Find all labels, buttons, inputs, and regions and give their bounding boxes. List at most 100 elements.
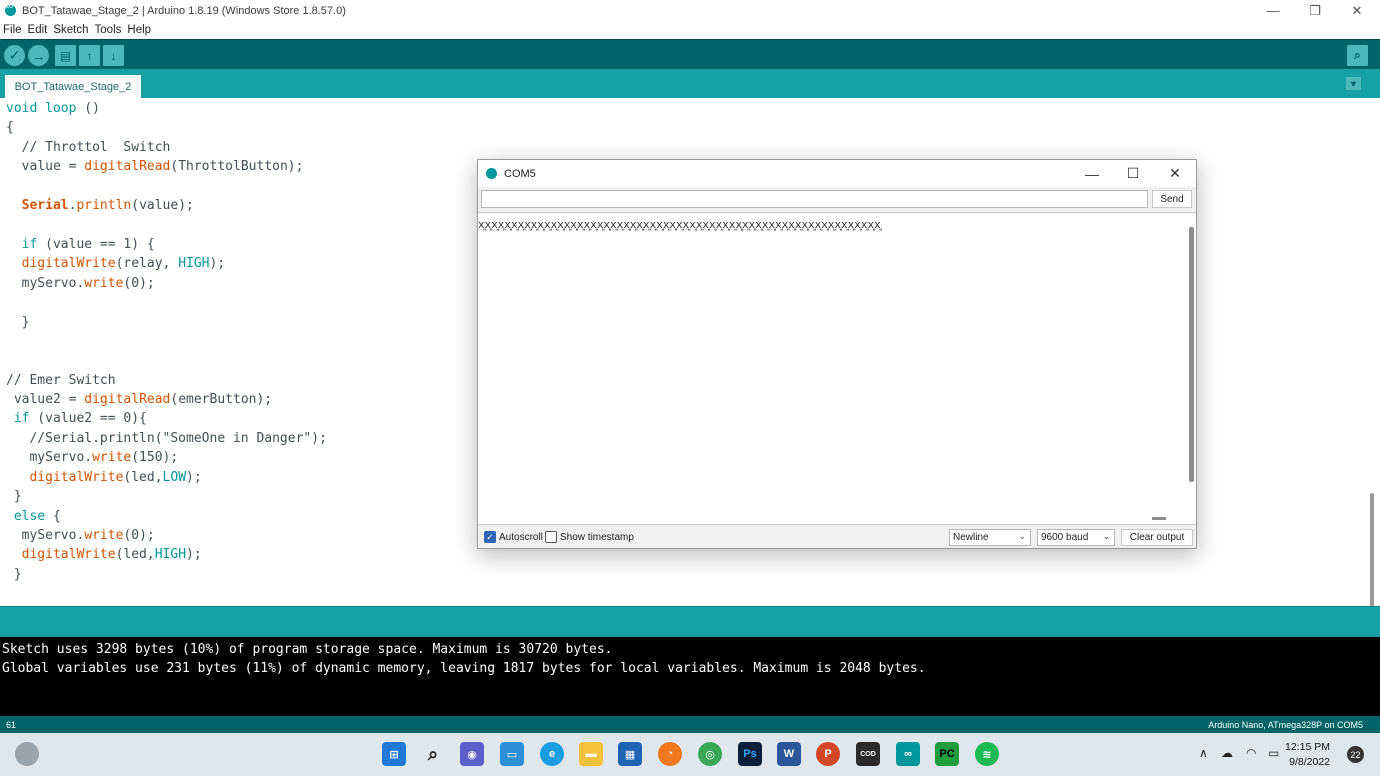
menu-file[interactable]: File [3,24,22,36]
arduino-taskbar-icon[interactable]: ∞ [896,742,920,766]
spotify-icon[interactable]: ≋ [975,742,999,766]
battery-icon[interactable]: ▭ [1268,746,1279,760]
wifi-icon[interactable]: ◠ [1246,746,1256,760]
code-token: write [84,276,124,291]
monitor-close-button[interactable]: ✕ [1155,160,1195,187]
clock-date: 9/8/2022 [1289,756,1330,768]
upload-icon[interactable]: → [28,45,49,66]
code-line: { [6,120,14,135]
serial-output-text: x͈x͈x͈x͈x͈x͈x͈x͈x͈x͈x͈x͈x͈x͈x͈x͈x͈x͈x͈x͈… [478,218,881,231]
chat-icon[interactable]: ◉ [460,742,484,766]
code-token: HIGH [178,256,210,271]
code-token: if [13,411,30,426]
board-info: Arduino Nano, ATmega328P on COM5 [1208,720,1363,730]
code-line: myServo.write(0); [6,276,155,291]
arduino-app-icon [486,168,497,179]
clock[interactable]: 12:15 PM 9/8/2022 [1285,740,1330,770]
code-token: write [84,528,124,543]
monitor-maximize-button[interactable]: ☐ [1113,160,1153,187]
code-line: if (value2 == 0){ [13,411,147,426]
photoshop-icon[interactable]: Ps [738,742,762,766]
code-token: digitalRead [84,159,171,174]
status-bar: 61 Arduino Nano, ATmega328P on COM5 [0,716,1380,733]
autoscroll-checkbox[interactable]: ✓ [484,531,496,543]
search-icon[interactable]: ⌕ [421,742,445,766]
chrome-icon[interactable]: ◎ [698,742,722,766]
send-button[interactable]: Send [1152,190,1192,208]
code-token: if [21,237,38,252]
baud-select[interactable]: 9600 baud ⌄ [1037,529,1115,546]
console-header [0,606,1380,637]
chevron-down-icon: ⌄ [1102,531,1110,541]
close-button[interactable]: ✕ [1336,0,1378,21]
serial-monitor-footer: ✓ Autoscroll Show timestamp Newline ⌄ 96… [478,526,1196,548]
code-token: HIGH [154,547,187,562]
console-line: Global variables use 231 bytes (11%) of … [2,661,926,676]
code-line: else { [13,509,61,524]
code-line: myServo.write(150); [6,450,179,465]
arduino-ide-screen: BOT_Tatawae_Stage_2 | Arduino 1.8.19 (Wi… [0,0,1380,776]
desktop-icon[interactable]: ▭ [500,742,524,766]
autoscroll-label: Autoscroll [499,532,543,543]
output-horizontal-scrollbar[interactable] [1152,517,1166,520]
code-line: } [6,567,22,582]
store-icon[interactable]: ▦ [618,742,642,766]
powerpoint-icon[interactable]: P [816,742,840,766]
code-token: Serial [21,198,69,213]
menu-help[interactable]: Help [127,24,151,36]
arduino-app-icon [5,1,16,16]
serial-monitor-title: COM5 [504,167,536,180]
tab-menu-icon[interactable]: ▼ [1346,77,1361,90]
code-line: value = digitalRead(ThrottolButton); [6,159,304,174]
firefox-icon[interactable]: ◔ [658,742,682,766]
code-token: println [76,198,132,213]
cod-icon[interactable]: COD [856,742,880,766]
code-line: void loop () [6,101,100,116]
menu-bar: File Edit Sketch Tools Help [0,21,1380,39]
line-ending-select[interactable]: Newline ⌄ [949,529,1031,546]
save-sketch-icon[interactable]: ↓ [103,45,124,66]
code-line: Serial.println(value); [21,198,194,213]
word-icon[interactable]: W [777,742,801,766]
maximize-button[interactable]: ❐ [1294,0,1336,21]
menu-edit[interactable]: Edit [28,24,48,36]
chevron-down-icon: ⌄ [1018,531,1026,541]
verify-icon[interactable]: ✓ [4,45,25,66]
weather-icon[interactable] [15,742,39,766]
monitor-minimize-button[interactable]: — [1072,160,1112,187]
explorer-icon[interactable]: ▬ [579,742,603,766]
code-line: value2 = digitalRead(emerButton); [6,392,273,407]
serial-input[interactable] [481,190,1148,208]
tray-chevron-icon[interactable]: ∧ [1199,746,1208,760]
serial-monitor-titlebar: COM5 — ☐ ✕ [478,160,1196,187]
code-token: digitalRead [84,392,171,407]
console-output: Sketch uses 3298 bytes (10%) of program … [0,637,1380,716]
timestamp-checkbox[interactable] [545,531,557,543]
code-line: } [6,489,22,504]
edge-icon[interactable]: e [540,742,564,766]
window-title: BOT_Tatawae_Stage_2 | Arduino 1.8.19 (Wi… [22,4,346,17]
menu-sketch[interactable]: Sketch [53,24,88,36]
menu-tools[interactable]: Tools [95,24,122,36]
clear-output-button[interactable]: Clear output [1121,529,1193,546]
serial-output: x͈x͈x͈x͈x͈x͈x͈x͈x͈x͈x͈x͈x͈x͈x͈x͈x͈x͈x͈x͈… [478,212,1196,525]
serial-monitor-icon[interactable]: ⌕ [1347,45,1368,66]
minimize-button[interactable]: — [1252,0,1294,21]
serial-monitor-window: COM5 — ☐ ✕ Send x͈x͈x͈x͈x͈x͈x͈x͈x͈x͈x͈x͈… [477,159,1197,549]
open-sketch-icon[interactable]: ↑ [79,45,100,66]
toolbar: ✓ → ▤ ↑ ↓ ⌕ [0,39,1380,69]
code-line: // Emer Switch [6,373,116,388]
start-icon[interactable]: ⊞ [382,742,406,766]
output-vertical-scrollbar[interactable] [1189,227,1194,482]
code-token: digitalWrite [21,547,116,562]
code-token: void [6,101,38,116]
code-token: digitalWrite [29,470,124,485]
onedrive-icon[interactable]: ☁ [1221,746,1233,760]
pycharm-icon[interactable]: PC [935,742,959,766]
tab-sketch[interactable]: BOT_Tatawae_Stage_2 [5,75,141,98]
windows-taskbar: ⊞ ⌕ ◉ ▭ e ▬ ▦ ◔ ◎ Ps W P COD ∞ PC ≋ ∧ ☁ … [0,733,1380,776]
code-line: digitalWrite(led,LOW); [29,470,202,485]
notification-badge[interactable]: 22 [1347,746,1364,763]
new-sketch-icon[interactable]: ▤ [55,45,76,66]
line-ending-value: Newline [953,532,989,543]
